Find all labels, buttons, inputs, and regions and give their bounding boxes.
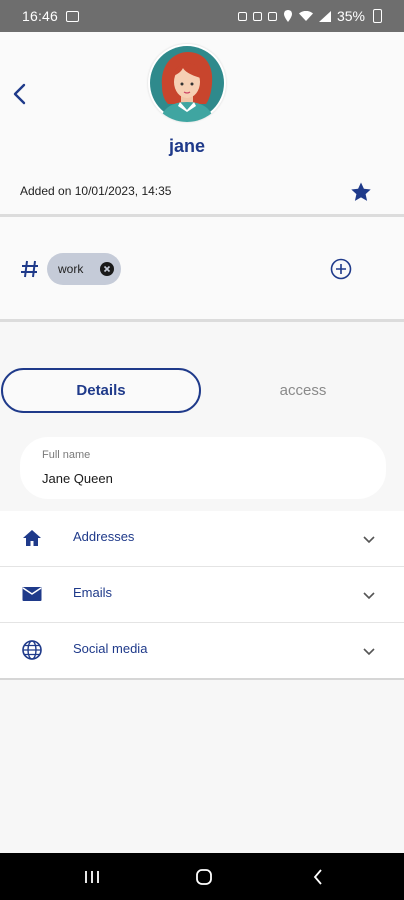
signal-icon <box>318 10 331 22</box>
addresses-section[interactable]: Addresses <box>0 511 404 567</box>
recent-apps-icon <box>85 871 99 883</box>
alarm-icon <box>237 11 247 21</box>
status-bar: 16:46 35% <box>0 0 404 32</box>
tag-label: work <box>58 262 84 276</box>
full-name-field[interactable]: Full name Jane Queen <box>20 437 386 499</box>
favorite-button[interactable] <box>349 180 373 204</box>
mute-icon <box>267 11 277 21</box>
contact-name: jane <box>168 136 206 156</box>
battery-percent: 35% <box>336 8 365 24</box>
add-circle-icon[interactable] <box>330 258 352 280</box>
status-time: 16:46 <box>22 8 59 24</box>
home-circle-icon <box>196 869 212 885</box>
mail-icon <box>22 587 42 601</box>
chevron-down-icon <box>363 592 375 600</box>
battery-icon <box>373 9 382 23</box>
section-label: Emails <box>73 585 113 600</box>
full-name-label: Full name <box>42 449 91 461</box>
chevron-down-icon <box>363 648 375 656</box>
full-name-value: Jane Queen <box>42 471 113 486</box>
home-icon <box>23 530 41 546</box>
wifi-icon <box>298 10 313 21</box>
detail-sections: Addresses Emails Social media <box>0 511 404 680</box>
emails-section[interactable]: Emails <box>0 567 404 623</box>
recent-apps-button[interactable] <box>80 866 104 888</box>
divider <box>0 319 404 322</box>
location-icon <box>283 10 292 22</box>
chevron-down-icon <box>363 536 375 544</box>
system-back-button[interactable] <box>306 866 330 888</box>
home-button[interactable] <box>192 866 216 888</box>
hashtag-icon <box>21 260 38 278</box>
avatar <box>148 44 226 122</box>
status-icons: 35% <box>237 8 382 24</box>
image-icon <box>66 10 80 22</box>
vibrate-icon <box>252 11 262 21</box>
chevron-left-icon <box>13 83 26 105</box>
tab-details[interactable]: Details <box>1 368 201 413</box>
back-icon <box>313 869 322 885</box>
social-media-section[interactable]: Social media <box>0 623 404 680</box>
back-button[interactable] <box>8 78 30 110</box>
globe-icon <box>22 640 42 660</box>
section-label: Addresses <box>73 529 135 544</box>
system-nav-bar <box>0 853 404 900</box>
close-circle-icon[interactable] <box>100 262 114 276</box>
tags-section: work <box>0 217 404 319</box>
woman-avatar-icon <box>150 46 224 122</box>
tab-access[interactable]: access <box>203 368 403 413</box>
added-on-text: Added on 10/01/2023, 14:35 <box>20 184 172 198</box>
contact-header: jane Added on 10/01/2023, 14:35 <box>0 32 404 214</box>
tag-chip[interactable]: work <box>47 253 121 285</box>
section-label: Social media <box>73 641 148 656</box>
star-icon <box>351 182 371 201</box>
